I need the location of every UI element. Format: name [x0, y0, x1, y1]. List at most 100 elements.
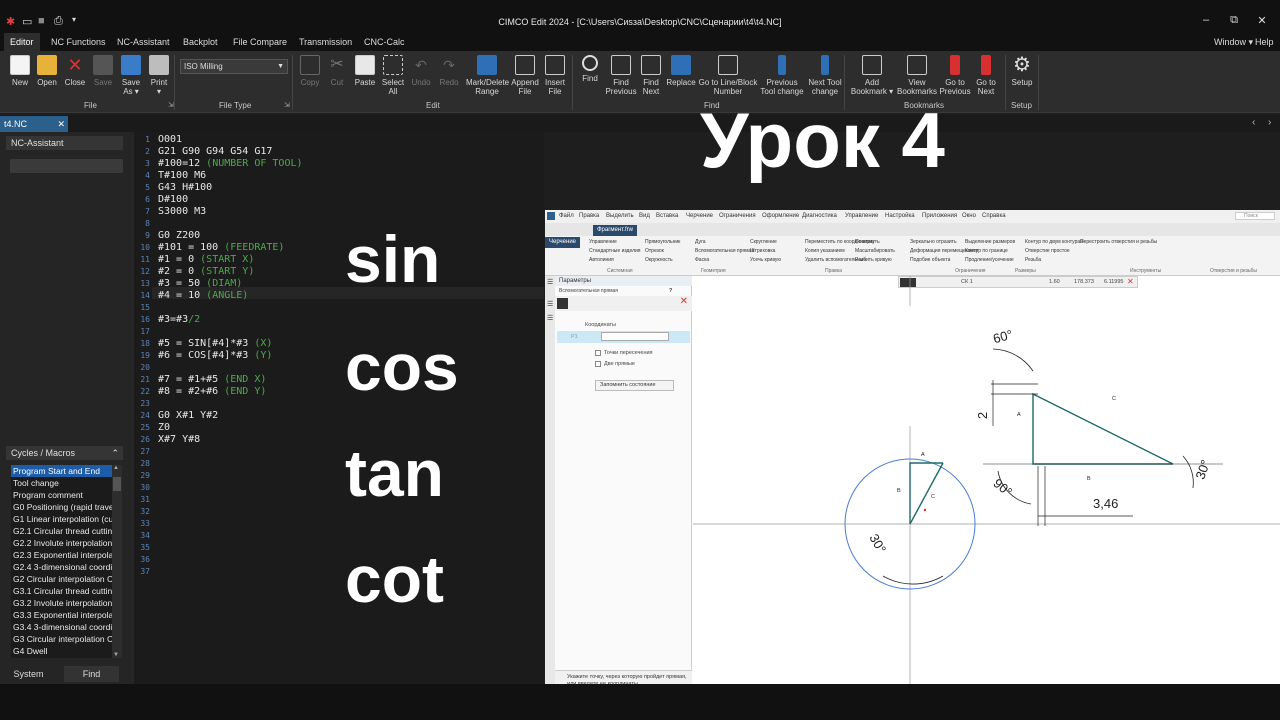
kompas-menu-item[interactable]: Приложения	[922, 213, 957, 219]
macro-item[interactable]: Program Start and End	[11, 465, 112, 477]
code-line[interactable]: G21 G90 G94 G54 G17	[158, 146, 272, 158]
code-line[interactable]: O001	[158, 134, 182, 146]
code-editor[interactable]: 1 2 3 4 5 6 7 8 9 10 11 12 13 14 15 16 17 18 19 20 21 22 23 24 2…	[134, 132, 544, 684]
macro-item[interactable]: Tool change	[11, 477, 112, 489]
code-line[interactable]: #3=#3/2	[158, 314, 200, 326]
code-line[interactable]: #3 = 50 (DIAM)	[158, 278, 242, 290]
tab-file-compare[interactable]: File Compare	[227, 33, 293, 51]
kompas-menu-item[interactable]: Настройка	[885, 213, 915, 219]
code-line[interactable]: #101 = 100 (FEEDRATE)	[158, 242, 284, 254]
macro-item[interactable]: G3.4 3-dimensional coordinate	[11, 621, 112, 633]
tab-scroll-right-icon[interactable]: ›	[1268, 117, 1271, 128]
replace-button[interactable]: Replace	[661, 55, 701, 87]
kompas-ribbon-item[interactable]: Продление/усечение	[965, 257, 1014, 263]
kompas-ribbon-item[interactable]: Вспомогательная прямая	[695, 248, 754, 254]
kompas-ribbon-item[interactable]: Масштабировать	[855, 248, 895, 254]
kompas-menu-item[interactable]: Окно	[962, 213, 976, 219]
kompas-ribbon-item[interactable]: Скругление	[750, 239, 777, 245]
menu-icon[interactable]: ☰	[547, 278, 553, 286]
mark-delete-range-button[interactable]: Mark/Delete Range	[466, 55, 509, 96]
kompas-ribbon-item[interactable]: Прямоугольник	[645, 239, 680, 245]
kompas-ribbon-item[interactable]: Контур по двум контурам	[1025, 239, 1084, 245]
kompas-ribbon-item[interactable]: Дуга	[695, 239, 706, 245]
tab-backplot[interactable]: Backplot	[177, 33, 224, 51]
kompas-menu-item[interactable]: Управление	[845, 213, 878, 219]
kompas-ribbon-item[interactable]: Зеркально отразить	[910, 239, 957, 245]
point-row[interactable]: Р1	[557, 331, 690, 343]
macro-item[interactable]: G3.3 Exponential interpolation	[11, 609, 112, 621]
tab-scroll-left-icon[interactable]: ‹	[1252, 117, 1255, 128]
kompas-ribbon-item[interactable]: Выделение размеров	[965, 239, 1015, 245]
macro-item[interactable]: G2 Circular interpolation CW	[11, 573, 112, 585]
macro-item[interactable]: G4 Dwell	[11, 645, 112, 657]
code-line[interactable]: #5 = SIN[#4]*#3 (X)	[158, 338, 272, 350]
macro-item[interactable]: G3 Circular interpolation CCW	[11, 633, 112, 645]
kompas-ribbon-tab[interactable]: Черчение	[545, 237, 581, 248]
minimize-button[interactable]: –	[1196, 14, 1216, 26]
goto-line-button[interactable]: Go to Line/Block Number	[697, 55, 759, 96]
kompas-ribbon-item[interactable]: Отверстие простое	[1025, 248, 1070, 254]
dialog-launcher-icon[interactable]: ⇲	[284, 101, 290, 109]
kompas-drawing-canvas[interactable]: СК 1 1.60 178.373 6.11995 ✕ 60° 2 А С В …	[693, 276, 1280, 690]
goto-next-bookmark-button[interactable]: Go to Next	[966, 55, 1006, 96]
point-input[interactable]	[601, 332, 669, 341]
tab-editor[interactable]: Editor	[4, 33, 40, 51]
kompas-ribbon-item[interactable]: Разбить кривую	[855, 257, 892, 263]
setup-button[interactable]: ⚙ Setup	[1002, 55, 1042, 87]
macro-item[interactable]: G0 Positioning (rapid traverse)	[11, 501, 112, 513]
kompas-ribbon-item[interactable]: Стандартные изделия	[589, 248, 641, 254]
kompas-menu-item[interactable]: Файл	[559, 213, 574, 219]
kompas-ribbon-item[interactable]: Отрезок	[645, 248, 664, 254]
close-icon[interactable]: ✕	[680, 296, 688, 307]
view-bookmarks-button[interactable]: View Bookmarks	[897, 55, 937, 96]
code-line[interactable]: S3000 M3	[158, 206, 206, 218]
macros-scrollbar[interactable]: ▲ ▼	[112, 465, 122, 658]
save-state-button[interactable]: Запомнить состояние	[595, 380, 674, 391]
kompas-ribbon-item[interactable]: Фаска	[695, 257, 709, 263]
code-line[interactable]: G0 X#1 Y#2	[158, 410, 218, 422]
macro-item[interactable]: G2.2 Involute interpolation	[11, 537, 112, 549]
kompas-menu-item[interactable]: Диагностика	[802, 213, 837, 219]
tab-nc-assistant[interactable]: NC-Assistant	[111, 33, 176, 51]
menu-icon[interactable]: ☰	[547, 314, 553, 322]
dialog-launcher-icon[interactable]: ⇲	[168, 101, 174, 109]
kompas-ribbon-item[interactable]: Подобие объекта	[910, 257, 950, 263]
kompas-menu-item[interactable]: Выделить	[606, 213, 634, 219]
tab-cnc-calc[interactable]: CNC-Calc	[358, 33, 411, 51]
scroll-up-icon[interactable]: ▲	[113, 465, 119, 471]
kompas-menu-item[interactable]: Вид	[639, 213, 650, 219]
kompas-menu-item[interactable]: Ограничения	[719, 213, 756, 219]
code-line[interactable]: T#100 M6	[158, 170, 206, 182]
macro-item[interactable]: G3.1 Circular thread cutting	[11, 585, 112, 597]
macro-item[interactable]: G2.1 Circular thread cutting	[11, 525, 112, 537]
code-line[interactable]: #8 = #2+#6 (END Y)	[158, 386, 266, 398]
code-line[interactable]: #100=12 (NUMBER OF TOOL)	[158, 158, 303, 170]
macro-item[interactable]: G3.2 Involute interpolation	[11, 597, 112, 609]
line-tool-icon[interactable]	[557, 298, 568, 309]
menu-icon[interactable]: ☰	[547, 300, 553, 308]
chevron-up-icon[interactable]: ⌃	[111, 446, 119, 460]
tab-t4-nc[interactable]: t4.NC ✕	[0, 116, 68, 132]
kompas-menu-item[interactable]: Справка	[982, 213, 1006, 219]
code-line[interactable]: D#100	[158, 194, 188, 206]
code-line[interactable]: #2 = 0 (START Y)	[158, 266, 254, 278]
code-line[interactable]: G0 Z200	[158, 230, 200, 242]
intersections-checkbox[interactable]	[595, 350, 601, 356]
macro-item[interactable]: Program comment	[11, 489, 112, 501]
kompas-menu-item[interactable]: Черчение	[686, 213, 713, 219]
kompas-ribbon-item[interactable]: Штриховка	[750, 248, 775, 254]
code-line[interactable]: Z0	[158, 422, 170, 434]
tab-transmission[interactable]: Transmission	[293, 33, 358, 51]
code-line[interactable]: #4 = 10 (ANGLE)	[158, 290, 248, 302]
kompas-search-input[interactable]: Поиск	[1235, 212, 1275, 220]
code-line[interactable]: G43 H#100	[158, 182, 212, 194]
kompas-ribbon-item[interactable]: Усечь кривую	[750, 257, 781, 263]
file-type-select[interactable]: ISO Milling ▼	[180, 59, 288, 74]
kompas-menu-item[interactable]: Правка	[579, 213, 599, 219]
code-line[interactable]: #6 = COS[#4]*#3 (Y)	[158, 350, 272, 362]
find-macro-button[interactable]: Find	[64, 666, 119, 682]
tab-fragment-frw[interactable]: Фрагмент.frw	[593, 225, 637, 236]
print-button[interactable]: Print ▾	[139, 55, 179, 96]
kompas-ribbon-item[interactable]: Контур по границе	[965, 248, 1008, 254]
next-tool-change-button[interactable]: Next Tool change	[805, 55, 845, 96]
